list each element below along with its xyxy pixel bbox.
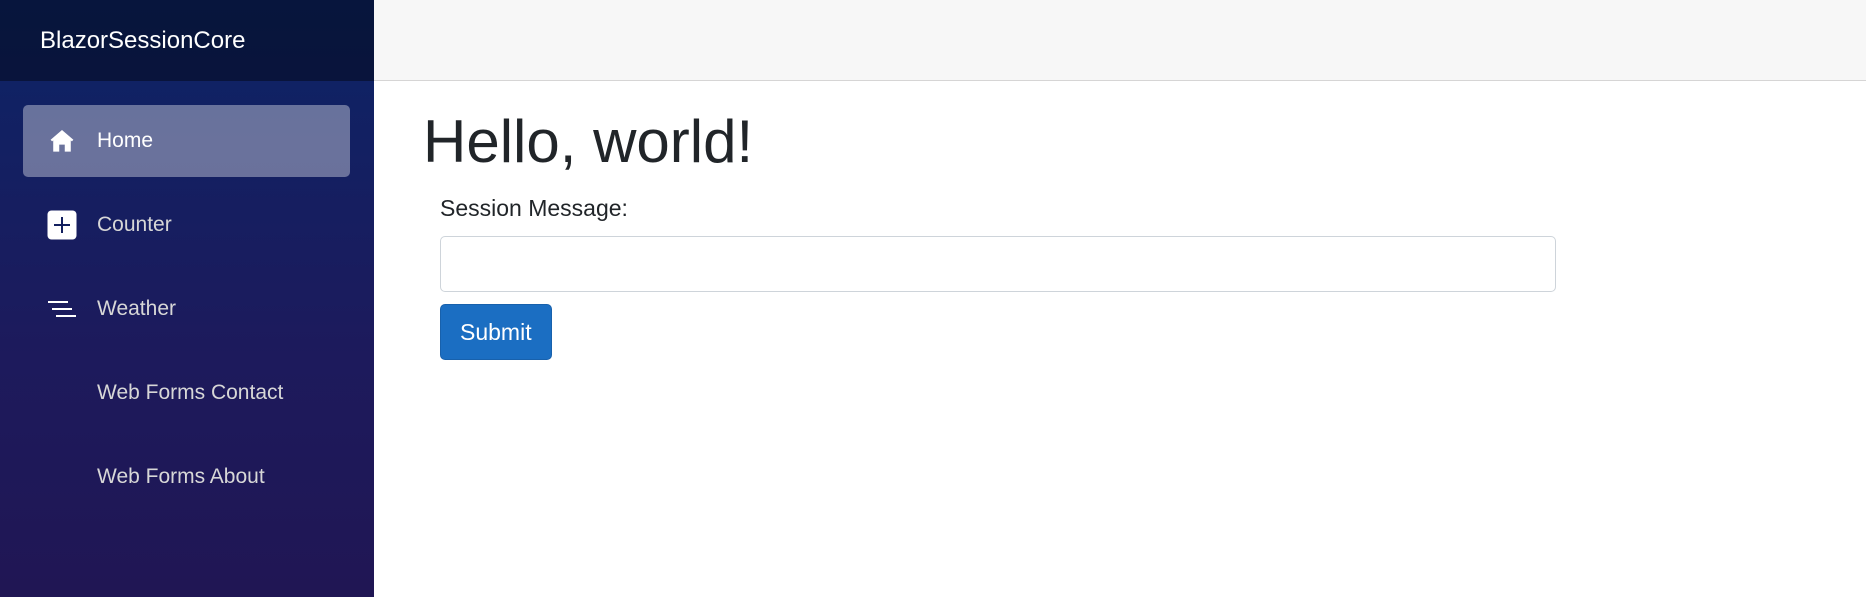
- home-icon: [47, 126, 77, 156]
- sidebar-item-home[interactable]: Home: [23, 105, 350, 177]
- sidebar-nav: Home Counter Weather Web Forms Contact W…: [0, 81, 374, 513]
- sidebar-item-web-forms-contact[interactable]: Web Forms Contact: [23, 357, 350, 429]
- sidebar-item-weather[interactable]: Weather: [23, 273, 350, 345]
- sidebar-item-label: Home: [97, 129, 154, 152]
- sidebar: BlazorSessionCore Home Counter Weather W…: [0, 0, 374, 597]
- list-icon: [47, 294, 77, 324]
- sidebar-item-counter[interactable]: Counter: [23, 189, 350, 261]
- session-form: Session Message: Submit: [423, 195, 1866, 360]
- app-root: BlazorSessionCore Home Counter Weather W…: [0, 0, 1866, 597]
- plus-square-icon: [47, 210, 77, 240]
- session-message-input[interactable]: [440, 236, 1556, 292]
- sidebar-item-label: Weather: [97, 297, 176, 320]
- submit-button[interactable]: Submit: [440, 304, 552, 360]
- sidebar-item-label: Web Forms About: [97, 465, 265, 488]
- sidebar-item-web-forms-about[interactable]: Web Forms About: [23, 441, 350, 513]
- page-content: Hello, world! Session Message: Submit: [374, 81, 1866, 360]
- top-row: [374, 0, 1866, 81]
- page-title: Hello, world!: [423, 108, 754, 175]
- sidebar-item-label: Web Forms Contact: [97, 381, 284, 404]
- sidebar-item-label: Counter: [97, 213, 172, 236]
- session-message-label: Session Message:: [440, 195, 628, 221]
- brand-bar: BlazorSessionCore: [0, 0, 374, 81]
- brand-link[interactable]: BlazorSessionCore: [40, 27, 245, 55]
- main-area: Hello, world! Session Message: Submit: [374, 0, 1866, 597]
